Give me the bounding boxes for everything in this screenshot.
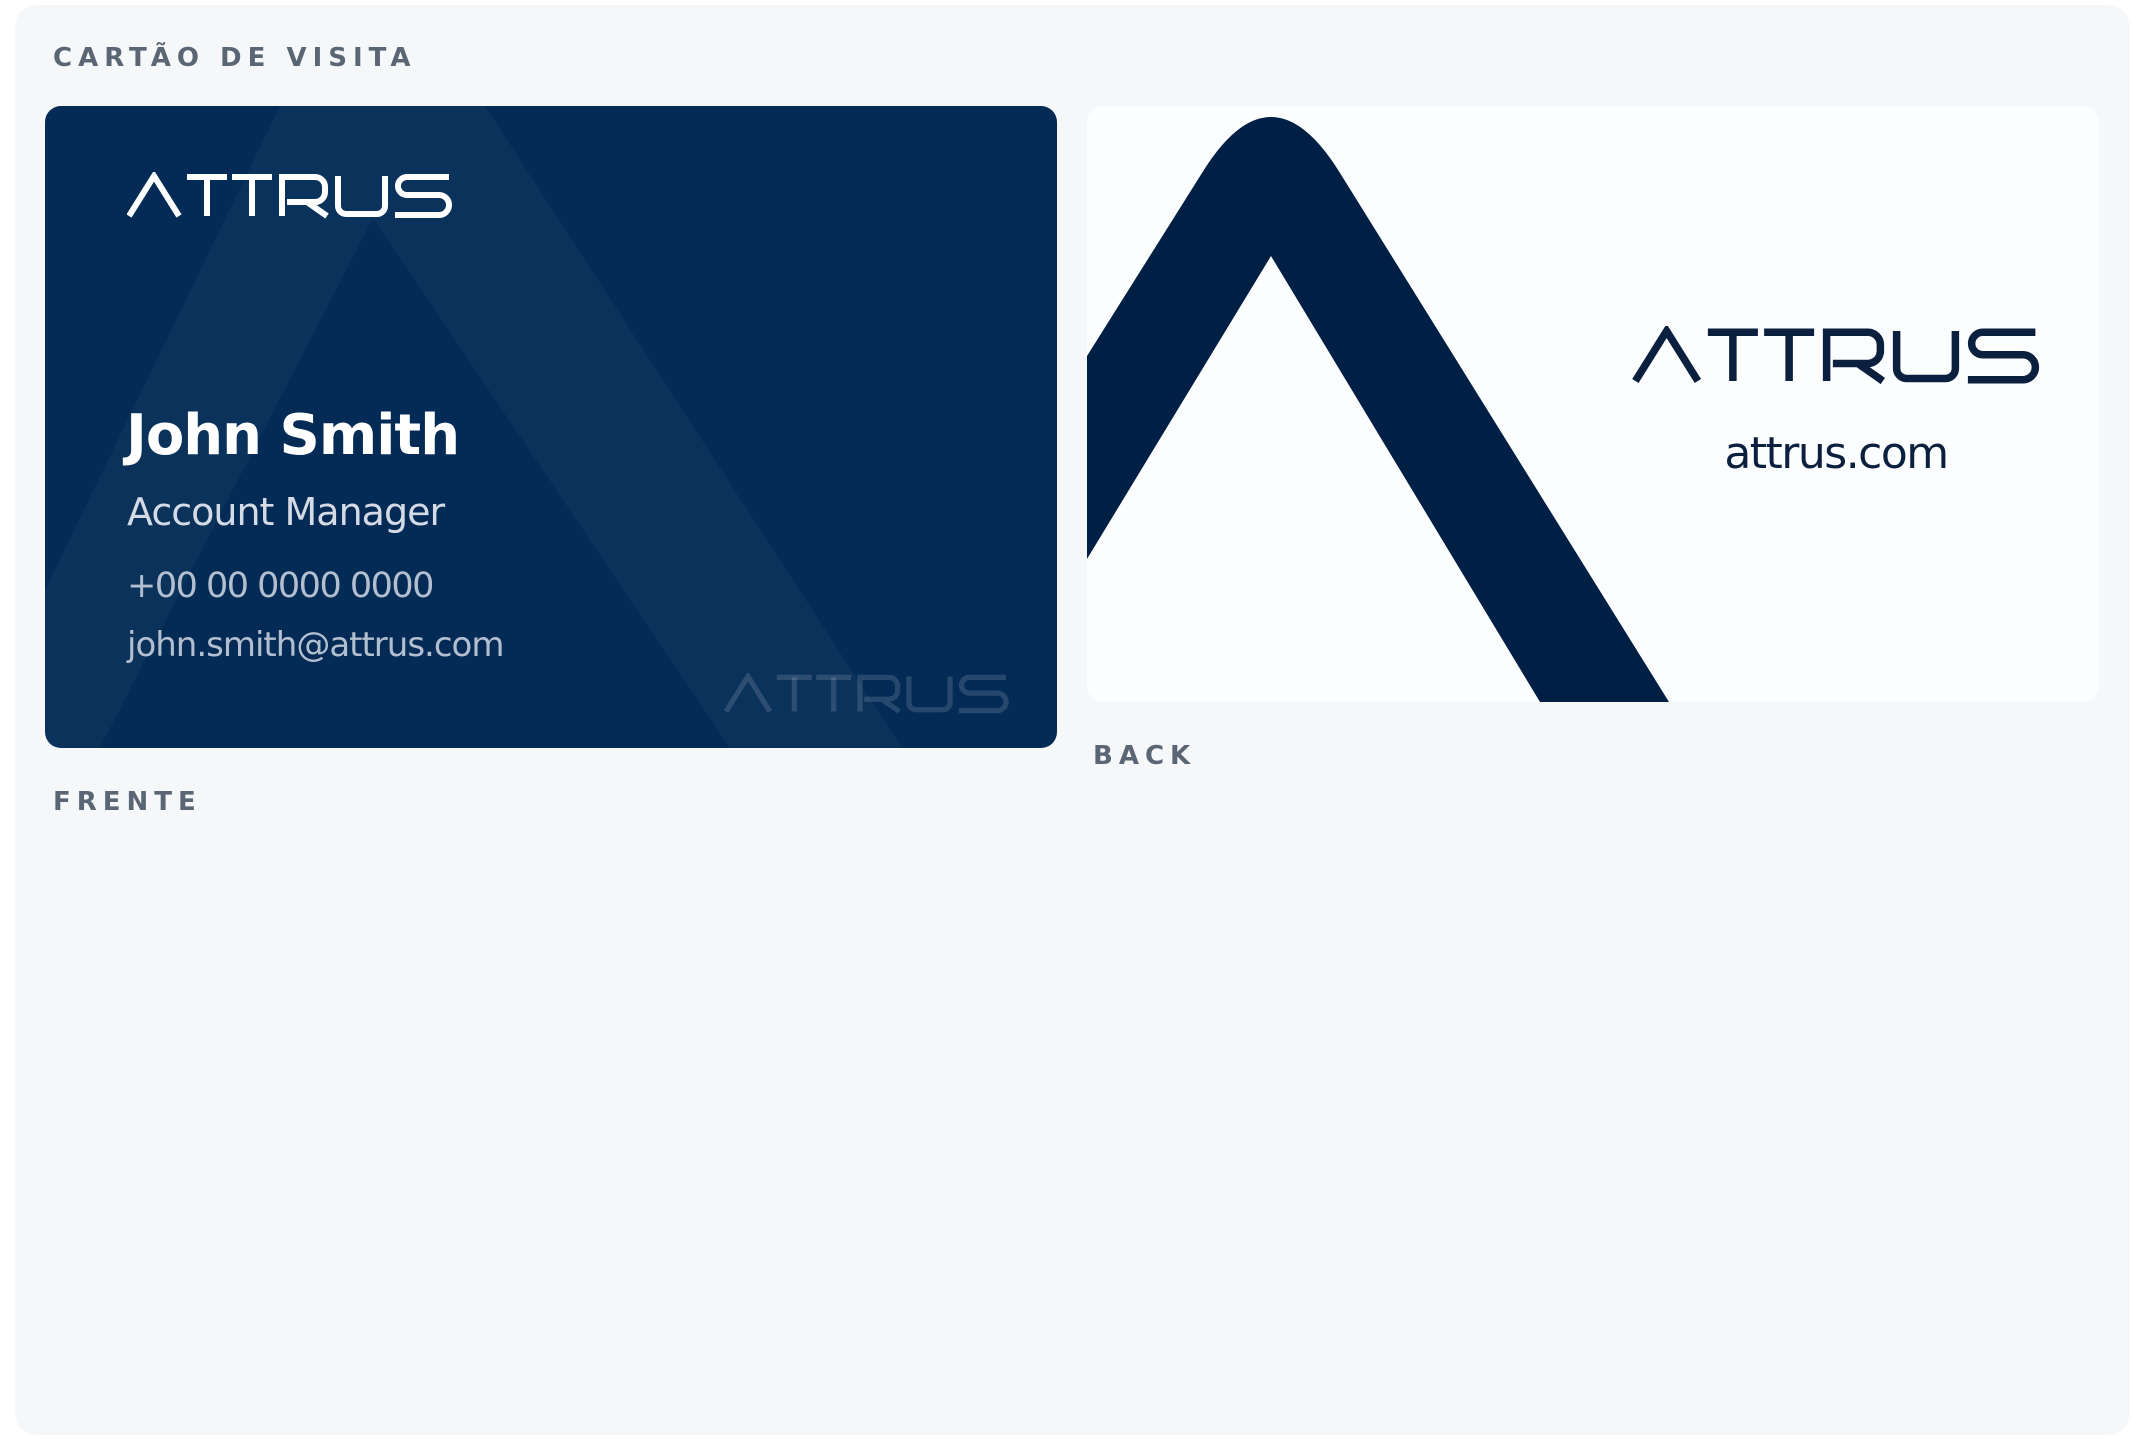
person-email: john.smith@attrus.com — [127, 625, 504, 665]
attrus-logo-icon — [127, 172, 452, 219]
business-card-panel: CARTÃO DE VISITA John Smith Account Mana… — [15, 5, 2130, 1435]
website-text: attrus.com — [1724, 428, 1949, 479]
panel-title: CARTÃO DE VISITA — [53, 43, 417, 73]
person-phone: +00 00 0000 0000 — [127, 566, 434, 606]
attrus-logo-dark-icon — [1632, 326, 2040, 385]
attrus-a-mark-icon — [1087, 117, 1669, 702]
person-name: John Smith — [126, 403, 460, 468]
attrus-watermark-icon — [724, 673, 1009, 714]
card-back: attrus.com — [1087, 106, 2099, 702]
front-label: FRENTE — [53, 787, 202, 817]
back-label: BACK — [1093, 741, 1197, 771]
person-role: Account Manager — [127, 490, 445, 534]
card-front: John Smith Account Manager +00 00 0000 0… — [45, 106, 1057, 748]
